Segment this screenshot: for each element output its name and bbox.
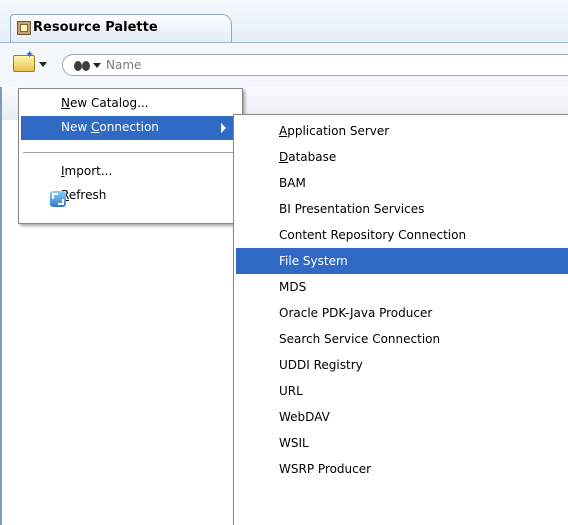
- submenu-item-url[interactable]: URL: [236, 378, 568, 404]
- tab-strip: Resource Palette: [0, 0, 568, 42]
- menu-item-label: Refresh: [50, 188, 106, 207]
- menu-item-refresh[interactable]: Refresh: [21, 184, 240, 208]
- menu-item-label: New Connection: [61, 120, 159, 134]
- menu-item-label: New Catalog...: [61, 96, 149, 110]
- submenu-item-oracle-pdk-java[interactable]: Oracle PDK-Java Producer: [236, 300, 568, 326]
- submenu-item-label: URL: [279, 384, 303, 398]
- submenu-item-wsil[interactable]: WSIL: [236, 430, 568, 456]
- submenu-item-file-system[interactable]: File System: [236, 248, 568, 274]
- submenu-item-label: UDDI Registry: [279, 358, 363, 372]
- submenu-item-database[interactable]: Database: [236, 144, 568, 170]
- submenu-item-bi-presentation-services[interactable]: BI Presentation Services: [236, 196, 568, 222]
- submenu-item-label: WebDAV: [279, 410, 330, 424]
- submenu-item-label: MDS: [279, 280, 307, 294]
- menu-item-new-catalog[interactable]: New Catalog...: [21, 92, 240, 116]
- binoculars-icon[interactable]: [74, 58, 90, 72]
- submenu-item-label: File System: [279, 254, 348, 268]
- submenu-item-search-service[interactable]: Search Service Connection: [236, 326, 568, 352]
- submenu-item-label: Application Server: [279, 124, 390, 138]
- tab-title: Resource Palette: [33, 20, 158, 35]
- context-menu: New Catalog... New Connection Import... …: [18, 88, 243, 224]
- submenu-item-label: BI Presentation Services: [279, 202, 425, 216]
- search-placeholder: Name: [106, 58, 142, 72]
- menu-separator: [23, 152, 238, 153]
- submenu-item-application-server[interactable]: Application Server: [236, 118, 568, 144]
- panel-left-border: [0, 87, 2, 525]
- submenu-item-webdav[interactable]: WebDAV: [236, 404, 568, 430]
- submenu-item-wsrp-producer[interactable]: WSRP Producer: [236, 456, 568, 482]
- submenu-arrow-icon: [221, 123, 226, 133]
- submenu-item-label: Oracle PDK-Java Producer: [279, 306, 433, 320]
- new-connection-submenu: Application Server Database BAM BI Prese…: [233, 114, 568, 525]
- menu-item-label: Import...: [61, 164, 113, 178]
- menu-item-import[interactable]: Import...: [21, 160, 240, 184]
- submenu-item-uddi-registry[interactable]: UDDI Registry: [236, 352, 568, 378]
- submenu-item-label: WSRP Producer: [279, 462, 372, 476]
- submenu-item-label: Database: [279, 150, 337, 164]
- search-input[interactable]: Name: [62, 54, 568, 76]
- submenu-item-content-repository[interactable]: Content Repository Connection: [236, 222, 568, 248]
- new-dropdown-button[interactable]: ✦: [13, 49, 57, 75]
- tab-resource-palette[interactable]: Resource Palette: [10, 14, 232, 42]
- refresh-icon: [50, 191, 66, 207]
- submenu-item-label: WSIL: [279, 436, 309, 450]
- submenu-item-bam[interactable]: BAM: [236, 170, 568, 196]
- menu-item-new-connection[interactable]: New Connection: [21, 116, 240, 140]
- toolbar: ✦ Name: [0, 43, 568, 87]
- submenu-item-label: BAM: [279, 176, 306, 190]
- submenu-item-mds[interactable]: MDS: [236, 274, 568, 300]
- submenu-item-label: Search Service Connection: [279, 332, 441, 346]
- star-icon: ✦: [25, 48, 35, 61]
- chevron-down-icon: [39, 62, 47, 67]
- submenu-item-label: Content Repository Connection: [279, 228, 467, 242]
- resource-palette-icon: [17, 21, 31, 35]
- chevron-down-icon[interactable]: [93, 63, 101, 68]
